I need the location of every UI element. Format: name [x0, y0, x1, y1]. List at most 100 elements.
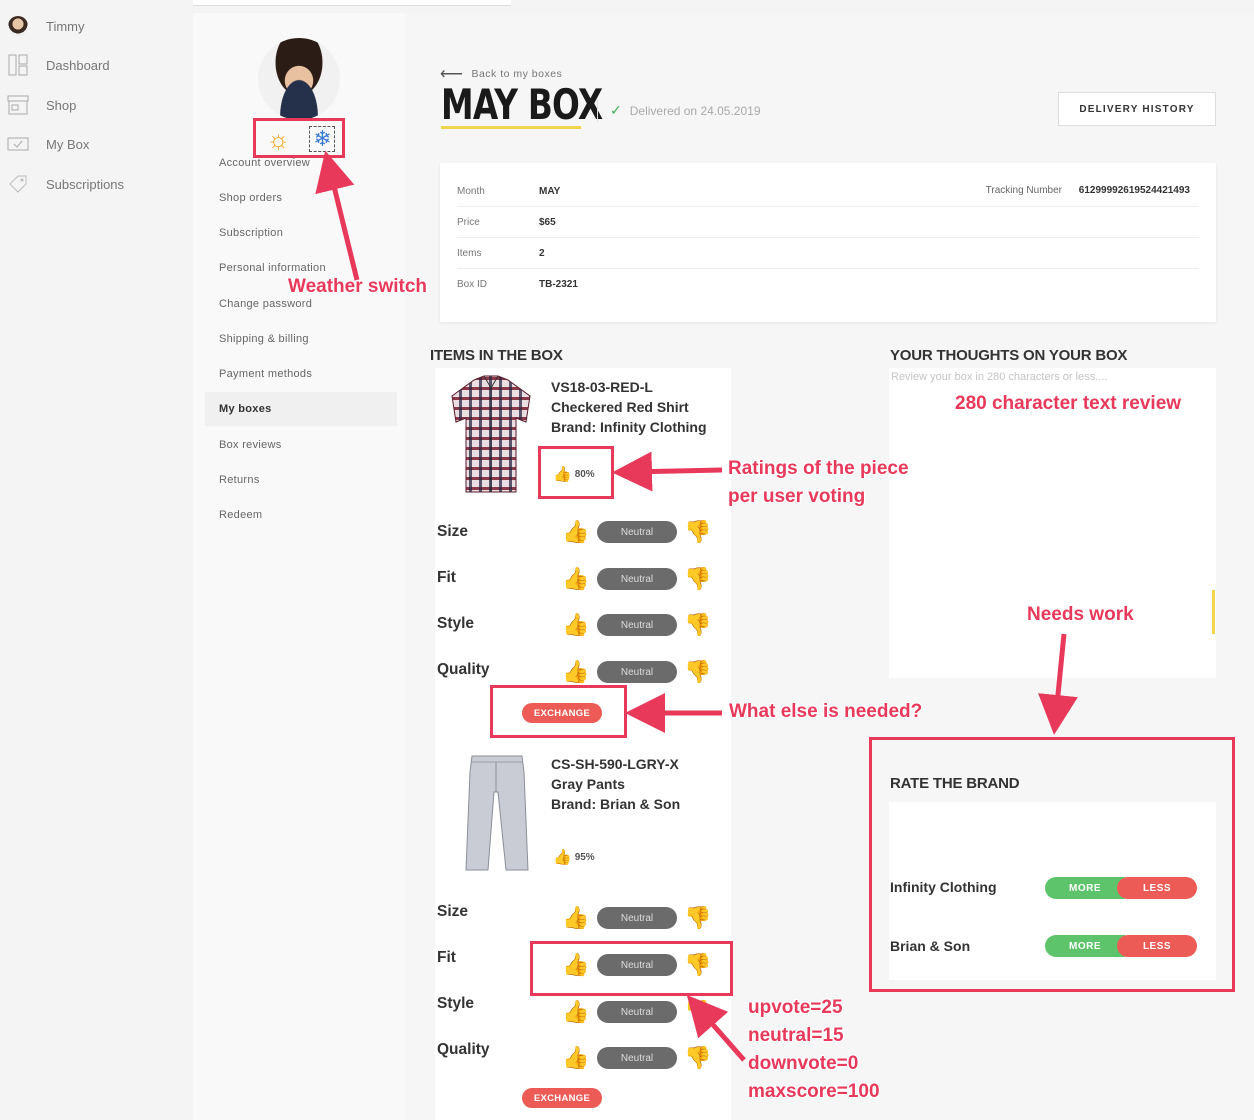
shop-icon	[6, 94, 30, 116]
sidemenu-item-redeem[interactable]: Redeem	[219, 509, 262, 521]
review-placeholder: Review your box in 280 characters or les…	[891, 371, 1108, 383]
item-sku: CS-SH-590-LGRY-X	[551, 756, 679, 772]
sidemenu-item-subscription[interactable]: Subscription	[219, 227, 283, 239]
vote-control-size[interactable]: 👍 Neutral 👎	[559, 521, 715, 543]
appnav-user[interactable]: Timmy	[6, 13, 85, 39]
delivery-status: ✓ Delivered on 24.05.2019	[610, 102, 761, 119]
vote-control-size[interactable]: 👍 Neutral 👎	[559, 907, 715, 929]
attr-label-fit: Fit	[437, 949, 456, 966]
neutral-button[interactable]: Neutral	[597, 521, 677, 543]
info-row-price: Price $65	[457, 207, 1199, 238]
review-section-title: YOUR THOUGHTS ON YOUR BOX	[890, 347, 1128, 364]
pants-image	[465, 755, 529, 871]
info-row-boxid: Box ID TB-2321	[457, 269, 1199, 300]
tracking-label: Tracking Number	[985, 185, 1062, 196]
appnav-item-mybox[interactable]: My Box	[6, 131, 89, 157]
page-title: MAY BOX	[441, 80, 603, 129]
account-sidebar	[193, 13, 405, 1120]
vote-control-quality[interactable]: 👍 Neutral 👎	[559, 1047, 715, 1069]
thumbs-down-icon[interactable]: 👎	[681, 1047, 715, 1069]
sidemenu-item-box-reviews[interactable]: Box reviews	[219, 439, 282, 451]
thumbs-up-icon[interactable]: 👍	[559, 1047, 593, 1069]
thumbs-up-icon[interactable]: 👍	[559, 1001, 593, 1023]
neutral-button[interactable]: Neutral	[597, 661, 677, 683]
annotation-text-review: 280 character text review	[955, 393, 1182, 414]
thumbs-up-icon: 👍	[553, 849, 572, 866]
sidemenu-item-account-overview[interactable]: Account overview	[219, 157, 310, 169]
vote-control-style[interactable]: 👍 Neutral 👎	[559, 1001, 715, 1023]
item-details: VS18-03-RED-L Checkered Red Shirt Brand:…	[551, 377, 707, 437]
item-brand: Brand: Infinity Clothing	[551, 419, 707, 435]
thumbs-down-icon[interactable]: 👎	[681, 907, 715, 929]
appnav-item-dashboard[interactable]: Dashboard	[6, 52, 110, 78]
back-label: Back to my boxes	[471, 68, 563, 80]
highlight-rating	[538, 446, 614, 499]
annotation-score: upvote=25	[748, 997, 843, 1018]
annotation-ratings-line2: per user voting	[728, 486, 866, 507]
thumbs-up-icon[interactable]: 👍	[559, 568, 593, 590]
appnav-label: Shop	[46, 97, 77, 113]
attr-label-quality: Quality	[437, 661, 490, 678]
highlight-rate-brand	[869, 737, 1235, 992]
check-icon: ✓	[610, 102, 622, 118]
header-divider	[597, 100, 598, 122]
box-info-card: Month MAY Price $65 Items 2 Box ID TB-23…	[440, 163, 1216, 322]
thumbs-down-icon[interactable]: 👎	[681, 661, 715, 683]
annotation-score: downvote=0	[748, 1053, 859, 1074]
vote-control-style[interactable]: 👍 Neutral 👎	[559, 614, 715, 636]
highlight-vote-control	[530, 941, 733, 996]
neutral-button[interactable]: Neutral	[597, 1047, 677, 1069]
thumbs-down-icon[interactable]: 👎	[681, 521, 715, 543]
thumbs-down-icon[interactable]: 👎	[681, 1001, 715, 1023]
attr-label-fit: Fit	[437, 569, 456, 586]
info-label: Price	[457, 216, 480, 228]
thumbs-down-icon[interactable]: 👎	[681, 568, 715, 590]
highlight-exchange	[490, 685, 627, 738]
attr-label-quality: Quality	[437, 1041, 490, 1058]
items-section-title: ITEMS IN THE BOX	[430, 347, 563, 364]
appnav-label: Subscriptions	[46, 176, 125, 192]
info-value: TB-2321	[539, 279, 578, 290]
item-sku: VS18-03-RED-L	[551, 379, 653, 395]
sidemenu-item-payment-methods[interactable]: Payment methods	[219, 368, 312, 380]
vote-control-fit[interactable]: 👍 Neutral 👎	[559, 568, 715, 590]
info-value: $65	[539, 216, 556, 228]
sidemenu-item-returns[interactable]: Returns	[219, 474, 260, 486]
tracking-number: Tracking Number 61299992619524421493	[986, 185, 1190, 196]
thumbs-up-icon[interactable]: 👍	[559, 521, 593, 543]
user-avatar-icon	[6, 15, 30, 37]
shirt-image	[451, 375, 531, 493]
sidemenu-item-shop-orders[interactable]: Shop orders	[219, 192, 282, 204]
info-label: Month	[457, 185, 485, 197]
sidemenu-item-shipping-billing[interactable]: Shipping & billing	[219, 333, 309, 345]
focus-indicator	[1212, 590, 1215, 634]
thumbs-down-icon[interactable]: 👎	[681, 614, 715, 636]
tracking-value: 61299992619524421493	[1078, 185, 1190, 196]
appnav-label: My Box	[46, 136, 90, 152]
top-search-strip	[193, 0, 511, 6]
sidemenu-item-my-boxes[interactable]: My boxes	[219, 403, 272, 415]
neutral-button[interactable]: Neutral	[597, 907, 677, 929]
vote-control-quality[interactable]: 👍 Neutral 👎	[559, 661, 715, 683]
item-name: Gray Pants	[551, 776, 625, 792]
item-brand: Brand: Brian & Son	[551, 796, 681, 812]
item-rating-value: 95%	[574, 851, 595, 863]
exchange-button[interactable]: EXCHANGE	[522, 1088, 602, 1108]
appnav-item-shop[interactable]: Shop	[6, 92, 76, 118]
delivery-history-button[interactable]: DELIVERY HISTORY	[1058, 92, 1216, 126]
thumbs-up-icon[interactable]: 👍	[559, 614, 593, 636]
neutral-button[interactable]: Neutral	[597, 1001, 677, 1023]
neutral-button[interactable]: Neutral	[597, 568, 677, 590]
info-value: MAY	[539, 185, 561, 197]
neutral-button[interactable]: Neutral	[597, 614, 677, 636]
appnav-user-name: Timmy	[46, 18, 85, 34]
appnav-item-subscriptions[interactable]: Subscriptions	[6, 171, 124, 197]
thumbs-up-icon[interactable]: 👍	[559, 661, 593, 683]
attr-label-style: Style	[437, 995, 475, 1012]
thumbs-up-icon[interactable]: 👍	[559, 907, 593, 929]
item-name: Checkered Red Shirt	[551, 399, 689, 415]
tag-icon	[6, 173, 30, 195]
info-value: 2	[539, 247, 545, 259]
attr-label-style: Style	[437, 615, 475, 632]
highlight-weather-switch	[253, 118, 345, 158]
